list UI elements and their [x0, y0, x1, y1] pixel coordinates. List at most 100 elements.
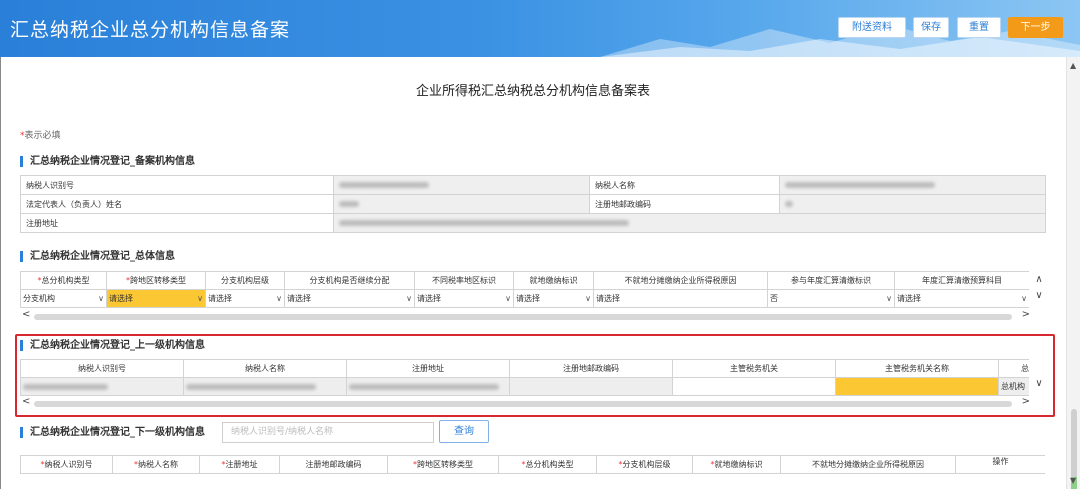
- column-header: 分支机构是否继续分配: [284, 271, 415, 290]
- annual-settlement-select[interactable]: 否 ∨: [767, 289, 895, 308]
- postal-code-value: [779, 194, 1046, 214]
- transfer-type-select[interactable]: 请选择 ∨: [106, 289, 206, 308]
- column-header: 纳税人识别号: [20, 359, 184, 378]
- section-title-general: 汇总纳税企业情况登记_总体信息: [20, 251, 175, 262]
- general-value-row: 分支机构 ∨ 请选择 ∨ 请选择 ∨ 请选择 ∨ 请选择 ∨ 请选择 ∨ 请选择 否 ∨ 请选…: [20, 289, 1029, 308]
- table-row: [21, 474, 1046, 488]
- parent-org-type-cell: 总机构: [998, 377, 1029, 396]
- table-row: 注册地址: [20, 213, 1046, 233]
- general-info-grid: *总分机构类型 *跨地区转移类型 分支机构层级 分支机构是否继续分配 不同税率地…: [20, 271, 1029, 308]
- page-vertical-scrollbar[interactable]: ▲ ▼: [1066, 57, 1080, 489]
- section-title-parent: 汇总纳税企业情况登记_上一级机构信息: [20, 340, 205, 351]
- child-header-row: *纳税人识别号 *纳税人名称 *注册地址 注册地邮政编码 *跨地区转移类型 *总…: [20, 455, 1045, 474]
- section-title-child: 汇总纳税企业情况登记_下一级机构信息: [20, 427, 205, 438]
- filing-info-table: 纳税人识别号 纳税人名称 法定代表人（负责人）姓名 注册地邮政编码 注册地址: [20, 175, 1046, 233]
- chevron-down-icon[interactable]: ∨: [98, 294, 104, 303]
- column-header: 参与年度汇算清缴标识: [767, 271, 895, 290]
- parent-horizontal-scrollbar[interactable]: < >: [20, 396, 1032, 410]
- parent-address-cell: [346, 377, 510, 396]
- search-input[interactable]: 纳税人识别号/纳税人名称: [222, 422, 434, 443]
- scroll-left-icon[interactable]: <: [22, 309, 30, 320]
- next-step-button[interactable]: 下一步: [1008, 17, 1063, 38]
- column-header: *纳税人识别号: [20, 455, 113, 474]
- column-header: 注册地邮政编码: [279, 455, 388, 474]
- non-local-reason-select[interactable]: 请选择: [593, 289, 768, 308]
- column-header: *就地缴纳标识: [692, 455, 781, 474]
- general-horizontal-scrollbar[interactable]: < >: [20, 309, 1032, 323]
- table-row: 法定代表人（负责人）姓名 注册地邮政编码: [20, 194, 1046, 214]
- column-header: 分支机构层级: [205, 271, 285, 290]
- local-payment-select[interactable]: 请选择 ∨: [513, 289, 594, 308]
- scroll-up-icon[interactable]: ▲: [1070, 61, 1076, 70]
- parent-taxpayer-name-cell: [183, 377, 347, 396]
- column-header: 主管税务机关: [672, 359, 836, 378]
- address-value: [333, 213, 1046, 233]
- chevron-down-icon[interactable]: ∨: [886, 294, 892, 303]
- legal-rep-label: 法定代表人（负责人）姓名: [20, 194, 334, 214]
- column-header: *跨地区转移类型: [387, 455, 499, 474]
- branch-level-select[interactable]: 请选择 ∨: [205, 289, 285, 308]
- save-button[interactable]: 保存: [913, 17, 949, 38]
- frame-border: [0, 57, 1, 489]
- scrollbar-track[interactable]: [34, 314, 1012, 320]
- column-header: *注册地址: [199, 455, 280, 474]
- org-type-select[interactable]: 分支机构 ∨: [20, 289, 107, 308]
- taxpayer-name-value: [779, 175, 1046, 195]
- parent-tax-authority-input[interactable]: [672, 377, 836, 396]
- column-header: 注册地邮政编码: [509, 359, 673, 378]
- column-header: 注册地址: [346, 359, 510, 378]
- required-note-text: 表示必填: [24, 131, 61, 141]
- parent-tax-authority-name-input[interactable]: [835, 377, 999, 396]
- parent-value-row: 总机构: [20, 377, 1029, 396]
- chevron-down-icon[interactable]: ∨: [585, 294, 591, 303]
- chevron-down-icon[interactable]: ∨: [505, 294, 511, 303]
- scroll-right-icon[interactable]: >: [1022, 396, 1030, 407]
- scroll-down-icon[interactable]: ∨: [1031, 290, 1047, 301]
- column-header: 不就地分摊缴纳企业所得税原因: [593, 271, 768, 290]
- app-title: 汇总纳税企业总分机构信息备案: [10, 19, 291, 41]
- column-header: *纳税人名称: [112, 455, 200, 474]
- query-button[interactable]: 查询: [439, 420, 489, 443]
- column-header: 操作: [955, 455, 1045, 474]
- scroll-right-icon[interactable]: >: [1022, 309, 1030, 320]
- column-header: *跨地区转移类型: [106, 271, 206, 290]
- chevron-down-icon[interactable]: ∨: [1021, 294, 1027, 303]
- scroll-down-icon[interactable]: ∨: [1031, 378, 1047, 389]
- parent-header-row: 纳税人识别号 纳税人名称 注册地址 注册地邮政编码 主管税务机关 主管税务机关名…: [20, 359, 1029, 378]
- column-header: 就地缴纳标识: [513, 271, 594, 290]
- scrollbar-thumb[interactable]: [1071, 409, 1077, 479]
- address-label: 注册地址: [20, 213, 334, 233]
- parent-taxpayer-id-cell: [20, 377, 184, 396]
- column-header: 主管税务机关名称: [835, 359, 999, 378]
- column-header: 不同税率地区标识: [414, 271, 514, 290]
- budget-subject-select[interactable]: 请选择 ∨: [894, 289, 1029, 308]
- parent-postal-cell: [509, 377, 673, 396]
- child-info-grid: *纳税人识别号 *纳税人名称 *注册地址 注册地邮政编码 *跨地区转移类型 *总…: [20, 455, 1045, 488]
- scroll-down-icon[interactable]: ▼: [1070, 476, 1076, 485]
- tax-rate-region-select[interactable]: 请选择 ∨: [414, 289, 514, 308]
- section-title-filing: 汇总纳税企业情况登记_备案机构信息: [20, 156, 195, 167]
- app-header: 汇总纳税企业总分机构信息备案 附送资料 保存 重置 下一步: [0, 0, 1080, 57]
- chevron-down-icon[interactable]: ∨: [406, 294, 412, 303]
- chevron-down-icon[interactable]: ∨: [197, 294, 203, 303]
- form-title: 企业所得税汇总纳税总分机构信息备案表: [415, 84, 650, 99]
- legal-rep-value: [333, 194, 590, 214]
- chevron-down-icon[interactable]: ∨: [276, 294, 282, 303]
- reset-button[interactable]: 重置: [957, 17, 1001, 38]
- scrollbar-track[interactable]: [34, 401, 1012, 407]
- column-header: *分支机构层级: [596, 455, 693, 474]
- attach-documents-button[interactable]: 附送资料: [838, 17, 906, 38]
- scroll-left-icon[interactable]: <: [22, 396, 30, 407]
- column-header: 不就地分摊缴纳企业所得税原因: [780, 455, 956, 474]
- general-header-row: *总分机构类型 *跨地区转移类型 分支机构层级 分支机构是否继续分配 不同税率地…: [20, 271, 1029, 290]
- parent-info-grid: 纳税人识别号 纳税人名称 注册地址 注册地邮政编码 主管税务机关 主管税务机关名…: [20, 359, 1029, 396]
- taxpayer-id-value: [333, 175, 590, 195]
- taxpayer-name-label: 纳税人名称: [589, 175, 780, 195]
- column-header: 总: [998, 359, 1029, 378]
- continue-allocation-select[interactable]: 请选择 ∨: [284, 289, 415, 308]
- column-header: 年度汇算清缴预算科目: [894, 271, 1029, 290]
- scroll-up-icon[interactable]: ∧: [1031, 274, 1047, 285]
- column-header: 纳税人名称: [183, 359, 347, 378]
- table-row: 纳税人识别号 纳税人名称: [20, 175, 1046, 195]
- column-header: *总分机构类型: [20, 271, 107, 290]
